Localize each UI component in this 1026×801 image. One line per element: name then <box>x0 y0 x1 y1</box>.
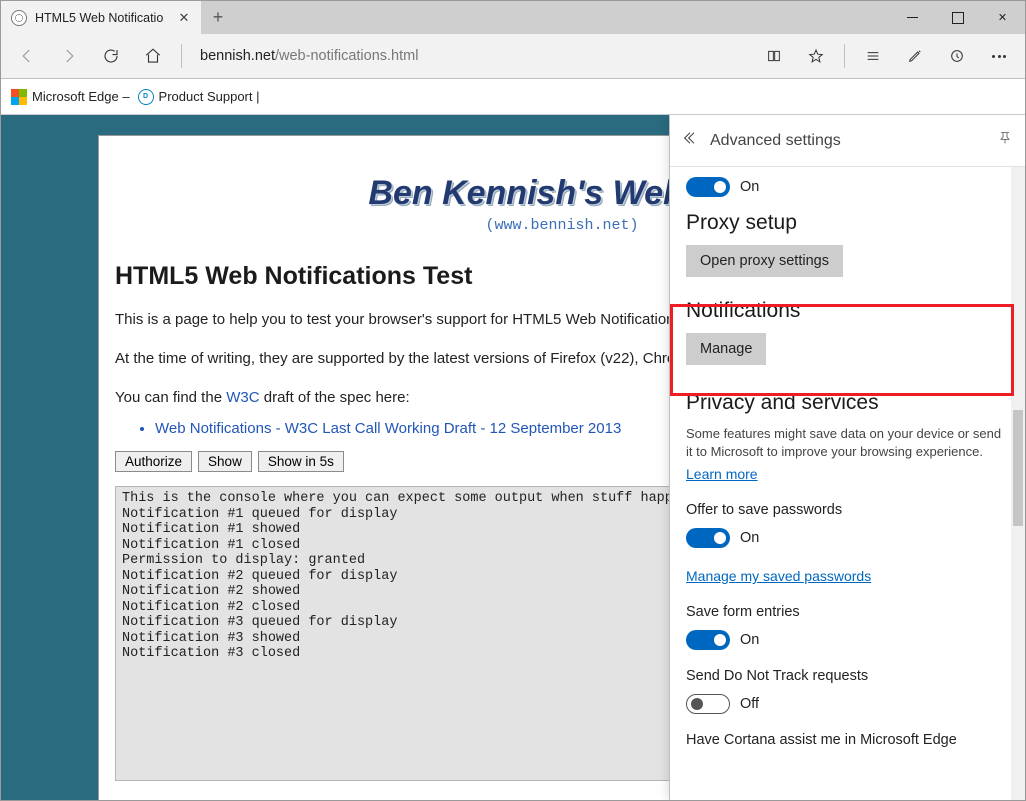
learn-more-link[interactable]: Learn more <box>686 466 758 482</box>
share-button[interactable] <box>937 36 977 76</box>
fav-ms-edge[interactable]: Microsoft Edge – <box>11 89 130 105</box>
new-tab-button[interactable]: + <box>201 1 235 34</box>
favorites-bar: Microsoft Edge – D Product Support | <box>1 79 1025 115</box>
back-button[interactable] <box>7 36 47 76</box>
panel-scrollbar[interactable] <box>1011 167 1025 800</box>
refresh-button[interactable] <box>91 36 131 76</box>
close-window-button[interactable]: ✕ <box>980 1 1025 34</box>
address-bar[interactable]: bennish.net/web-notifications.html <box>190 36 752 76</box>
maximize-button[interactable] <box>935 1 980 34</box>
manage-notifications-button[interactable]: Manage <box>686 333 766 365</box>
url-path: /web-notifications.html <box>275 48 418 64</box>
top-toggle[interactable] <box>686 177 730 197</box>
show-button[interactable]: Show <box>198 451 252 472</box>
titlebar: HTML5 Web Notificatio ✕ + ✕ <box>1 1 1025 34</box>
hub-button[interactable] <box>853 36 893 76</box>
more-button[interactable] <box>979 36 1019 76</box>
dnt-label: Send Do Not Track requests <box>686 668 1005 684</box>
separator <box>844 44 845 68</box>
save-form-label: Save form entries <box>686 604 1005 620</box>
open-proxy-button[interactable]: Open proxy settings <box>686 245 843 277</box>
minimize-button[interactable] <box>890 1 935 34</box>
scrollbar-thumb[interactable] <box>1013 410 1023 526</box>
top-toggle-label: On <box>740 179 759 195</box>
browser-tab[interactable]: HTML5 Web Notificatio ✕ <box>1 1 201 34</box>
privacy-heading: Privacy and services <box>686 391 1005 415</box>
close-tab-icon[interactable]: ✕ <box>175 9 193 27</box>
show-in-5s-button[interactable]: Show in 5s <box>258 451 344 472</box>
panel-title: Advanced settings <box>710 132 985 150</box>
cortana-label: Have Cortana assist me in Microsoft Edge <box>686 732 1005 748</box>
separator <box>181 44 182 68</box>
toolbar: bennish.net/web-notifications.html <box>1 34 1025 79</box>
save-passwords-label: Offer to save passwords <box>686 502 1005 518</box>
pin-button[interactable] <box>997 130 1013 151</box>
tab-title: HTML5 Web Notificatio <box>35 11 167 25</box>
panel-body: On Proxy setup Open proxy settings Notif… <box>670 167 1011 800</box>
url-domain: bennish.net <box>200 48 275 64</box>
notifications-heading: Notifications <box>686 299 1005 323</box>
favorite-button[interactable] <box>796 36 836 76</box>
dell-icon: D <box>138 89 154 105</box>
settings-panel: Advanced settings On Proxy setup Open pr… <box>669 115 1025 800</box>
w3c-link[interactable]: W3C <box>226 389 259 406</box>
privacy-description: Some features might save data on your de… <box>686 425 1005 460</box>
panel-header: Advanced settings <box>670 115 1025 167</box>
favicon-icon <box>11 10 27 26</box>
home-button[interactable] <box>133 36 173 76</box>
proxy-heading: Proxy setup <box>686 211 1005 235</box>
notes-button[interactable] <box>895 36 935 76</box>
window-controls: ✕ <box>890 1 1025 34</box>
microsoft-icon <box>11 89 27 105</box>
manage-passwords-link[interactable]: Manage my saved passwords <box>686 568 871 584</box>
forward-button[interactable] <box>49 36 89 76</box>
reading-view-button[interactable] <box>754 36 794 76</box>
panel-back-button[interactable] <box>682 130 698 151</box>
save-form-toggle[interactable] <box>686 630 730 650</box>
save-passwords-toggle[interactable] <box>686 528 730 548</box>
authorize-button[interactable]: Authorize <box>115 451 192 472</box>
spec-link[interactable]: Web Notifications - W3C Last Call Workin… <box>155 420 621 437</box>
dnt-toggle[interactable] <box>686 694 730 714</box>
viewport: Ben Kennish's Web Site (www.bennish.net)… <box>1 115 1025 800</box>
fav-dell-support[interactable]: D Product Support | <box>138 89 260 105</box>
